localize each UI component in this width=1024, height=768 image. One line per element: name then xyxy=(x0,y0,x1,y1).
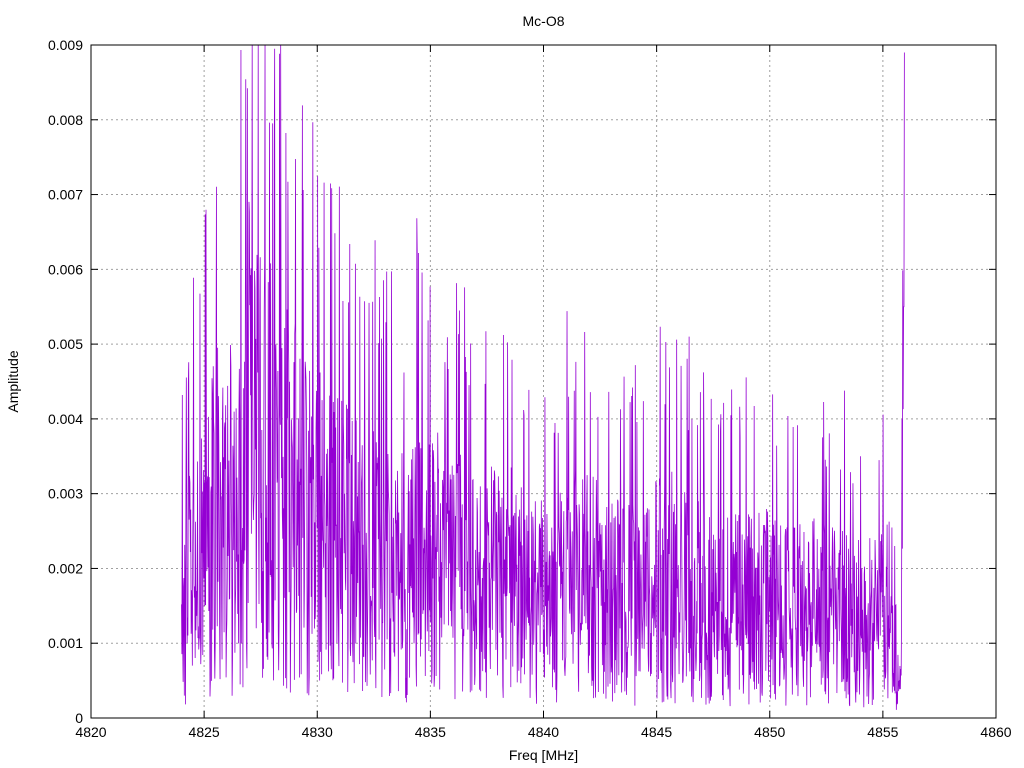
x-tick-label: 4860 xyxy=(980,724,1011,740)
y-axis-label: Amplitude xyxy=(5,350,21,412)
x-tick-label: 4850 xyxy=(754,724,785,740)
spectrum-chart: 4820 4825 4830 4835 4840 4845 4850 4855 4860 0 0.… xyxy=(5,13,1012,763)
y-tick-label: 0.002 xyxy=(48,560,83,576)
x-tick-label: 4835 xyxy=(415,724,446,740)
x-tick-label: 4825 xyxy=(189,724,220,740)
y-tick-label: 0.005 xyxy=(48,336,83,352)
y-tick-label: 0.004 xyxy=(48,411,83,427)
y-tick-label: 0.001 xyxy=(48,635,83,651)
y-tick-label: 0.007 xyxy=(48,187,83,203)
y-tick-label: 0.006 xyxy=(48,261,83,277)
chart-title: Mc-O8 xyxy=(523,13,565,29)
x-tick-label: 4845 xyxy=(641,724,672,740)
y-tick-label: 0 xyxy=(75,710,83,726)
x-axis-label: Freq [MHz] xyxy=(509,747,578,763)
y-tick-label: 0.009 xyxy=(48,37,83,53)
y-tick-label: 0.008 xyxy=(48,112,83,128)
x-tick-label: 4830 xyxy=(302,724,333,740)
x-tick-label: 4855 xyxy=(867,724,898,740)
spectrum-series-line xyxy=(181,44,905,710)
x-tick-labels: 4820 4825 4830 4835 4840 4845 4850 4855 4860 xyxy=(75,724,1011,740)
x-tick-label: 4820 xyxy=(75,724,106,740)
y-tick-label: 0.003 xyxy=(48,486,83,502)
y-tick-labels: 0 0.001 0.002 0.003 0.004 0.005 0.006 0.007 0.00… xyxy=(48,37,83,726)
x-tick-label: 4840 xyxy=(528,724,559,740)
series-layer xyxy=(181,44,905,710)
